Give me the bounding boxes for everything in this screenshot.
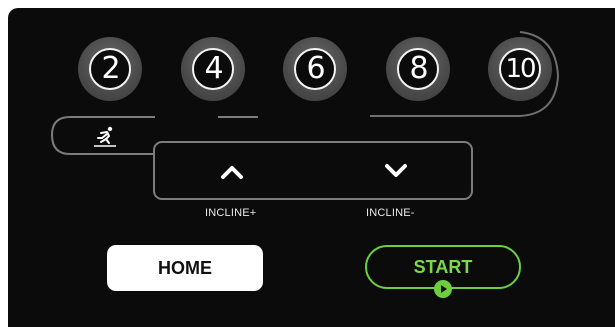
speed-preset-4-button[interactable]: 4: [181, 37, 245, 101]
chevron-down-icon: [385, 164, 407, 177]
chevron-up-icon: [221, 166, 243, 179]
speed-preset-label: 4: [204, 51, 223, 86]
incline-up-button[interactable]: [212, 155, 252, 191]
speed-preset-2-button[interactable]: 2: [78, 37, 142, 101]
home-button[interactable]: HOME: [107, 245, 263, 291]
speed-preset-6-button[interactable]: 6: [283, 37, 347, 101]
runner-icon: [94, 126, 116, 147]
speed-preset-label: 2: [101, 51, 120, 86]
speed-preset-label: 6: [306, 51, 325, 86]
incline-control-panel: [153, 141, 473, 200]
speed-preset-label: 10: [505, 54, 536, 84]
play-icon: [434, 280, 452, 298]
speed-preset-label: 8: [409, 51, 428, 86]
speed-preset-8-button[interactable]: 8: [386, 37, 450, 101]
incline-up-label: INCLINE+: [205, 207, 257, 219]
incline-down-button[interactable]: [376, 152, 416, 188]
incline-down-label: INCLINE-: [366, 207, 415, 219]
speed-preset-10-button[interactable]: 10: [488, 37, 552, 101]
